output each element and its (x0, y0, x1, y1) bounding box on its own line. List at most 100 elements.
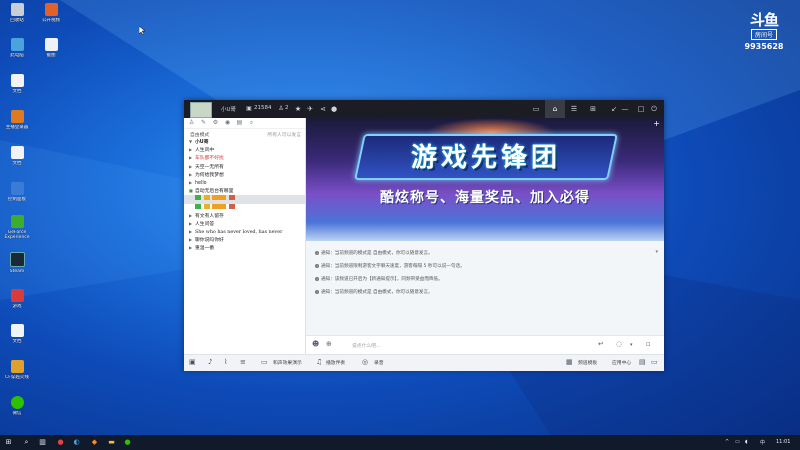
expand-icon[interactable]: ▫ (646, 340, 651, 348)
banner-title: 游戏先锋团 (410, 143, 561, 173)
steam-icon (9, 252, 25, 267)
airplane-icon[interactable]: ✈ (305, 104, 315, 114)
music-note-icon[interactable]: ♫ (316, 358, 322, 366)
document-icon (10, 74, 24, 87)
grid-icon[interactable]: ▤ (639, 358, 646, 366)
app-center-button[interactable]: 应用中心 (612, 359, 631, 366)
chat-bubble-icon[interactable]: ◌ (616, 340, 622, 348)
mode-select[interactable]: 自由模式 (190, 131, 209, 138)
message-input-bar: ☻ ⊕ 说点什么吧... ↵ ◌ ▾ ▫ (306, 335, 664, 354)
channel-item[interactable]: ▶ 人生问答 (184, 220, 305, 228)
voice-app-taskbar-icon[interactable]: ◆ (90, 438, 99, 447)
game-icon (10, 289, 24, 302)
app-logo-icon[interactable]: ▣ (189, 358, 196, 366)
channel-item[interactable]: ▶ hello (184, 179, 305, 187)
channel-item[interactable]: ▼ 小U哥 (184, 138, 305, 146)
record-icon[interactable]: ◎ (362, 358, 368, 366)
settings-icon[interactable]: ▭ (651, 358, 658, 366)
clock[interactable]: 11:01 (776, 439, 790, 445)
info-icon: i (315, 264, 319, 268)
chevron-down-icon[interactable]: ▾ (630, 342, 633, 348)
maximize-icon[interactable]: □ (636, 104, 646, 114)
microphone-icon[interactable]: ⌇ (224, 358, 227, 366)
accompaniment-button[interactable]: 播放伴奏 (326, 359, 345, 366)
control-panel-icon (10, 182, 24, 195)
desktop-icon-document[interactable]: 文档 (2, 74, 32, 94)
video-call-icon[interactable]: ▭ (531, 104, 541, 114)
message-input[interactable]: 说点什么吧... (352, 342, 381, 349)
desktop-icon-screenshot[interactable]: 截图 (36, 38, 66, 58)
mic-icon (195, 203, 201, 209)
folder-icon[interactable]: ▬ (107, 438, 116, 447)
info-icon: i (315, 290, 319, 294)
tray-chevron-icon[interactable]: ^ (725, 439, 729, 445)
recycle-bin-icon (10, 3, 24, 16)
channel-item[interactable]: ▶ 人生风中 (184, 146, 305, 154)
desktop-icon-control-panel[interactable]: 控制面板 (2, 182, 32, 202)
power-icon[interactable]: ⏻ (649, 104, 659, 114)
desktop-icon-game[interactable]: 游戏 (2, 289, 32, 309)
desktop-icon-wechat[interactable]: 微信 (2, 396, 32, 416)
volume-icon[interactable]: ◖ (745, 439, 748, 445)
network-icon[interactable]: ▭ (735, 439, 740, 445)
desktop-icon-recycle-bin[interactable]: 回收站 (2, 3, 32, 23)
list-icon[interactable]: ☰ (569, 104, 579, 114)
desktop-icon-this-pc[interactable]: 此电脑 (2, 38, 32, 58)
emoji-icon[interactable]: ☻ (312, 340, 319, 348)
desktop-icon-steam[interactable]: Steam (2, 252, 32, 274)
speaker-icon[interactable]: ♪ (208, 358, 212, 366)
id-card-icon: ▣ (246, 105, 252, 112)
at-mention-icon[interactable]: ⊕ (326, 340, 332, 348)
desktop-icon-streamer-tool[interactable]: 主播登录器 (2, 110, 32, 130)
add-icon[interactable]: + (653, 119, 660, 128)
search-icon[interactable]: ⌕ (22, 438, 31, 447)
info-icon[interactable]: ● (329, 104, 339, 114)
channel-item-active[interactable]: ■ 自动无后台有哪里 (184, 187, 305, 195)
chat-dropdown-icon[interactable]: ▾ (655, 249, 658, 255)
channel-item[interactable]: ▶ 聊你说吗你好 (184, 236, 305, 244)
channel-item[interactable]: ▶ 天空一无所有 (184, 163, 305, 171)
channel-owner-name[interactable]: 小U哥 (221, 105, 236, 113)
sound-effect-button[interactable]: 和声效果演示 (273, 359, 302, 366)
record-icon[interactable]: ◉ (224, 119, 231, 126)
record-button[interactable]: 录音 (374, 359, 384, 366)
input-language[interactable]: 中 (760, 439, 765, 446)
equalizer-icon[interactable]: ≡ (240, 358, 246, 366)
desktop-icon-document-2[interactable]: 文档 (2, 146, 32, 166)
channel-item[interactable]: ▶ 重温一番 (184, 244, 305, 252)
bottom-toolbar: ▣ ♪ ⌇ ≡ ▭ 和声效果演示 ♫ 播放伴奏 ◎ 录音 ▦ 频道模板 应用中心… (184, 354, 664, 371)
windows-start-icon[interactable]: ⊞ (4, 438, 13, 447)
edge-browser-icon[interactable]: ◐ (72, 438, 81, 447)
home-icon: ⌂ (552, 105, 558, 113)
share-icon[interactable]: ⋖ (318, 104, 328, 114)
minimize-icon[interactable]: — (620, 104, 630, 114)
monitor-icon[interactable]: ▭ (261, 358, 268, 366)
settings-icon[interactable]: ⚙ (212, 119, 219, 126)
channel-avatar[interactable] (190, 102, 212, 118)
channel-member-row[interactable] (184, 203, 305, 212)
level-badge-icon (212, 195, 227, 201)
desktop-icon-geforce[interactable]: GeForce Experience (2, 215, 32, 240)
channel-item[interactable]: ▶ 有文有人留存 (184, 212, 305, 220)
task-view-icon[interactable]: ▥ (38, 438, 47, 447)
app-taskbar-icon[interactable]: ● (56, 438, 65, 447)
edit-icon[interactable]: ✎ (200, 119, 207, 126)
gamepad-icon[interactable]: ⊞ (588, 104, 598, 114)
channel-member-row[interactable] (184, 195, 305, 204)
desktop-icon-public-video[interactable]: 公开视频 (36, 3, 66, 23)
event-banner[interactable]: 游戏先锋团 酷炫称号、海量奖品、加入必得 + (306, 118, 664, 241)
channel-item[interactable]: ▶ She who has never loved, has never (184, 228, 305, 236)
channel-item[interactable]: ▶ 为何给我梦想 (184, 171, 305, 179)
channel-item[interactable]: ▶ 车队都不好扰 (184, 154, 305, 162)
desktop-icon-crossfire[interactable]: CF穿越火线 (2, 360, 32, 380)
star-icon[interactable]: ★ (293, 104, 303, 114)
channel-template-button[interactable]: 频道模板 (578, 359, 597, 366)
pin-icon[interactable]: ↙ (609, 104, 619, 114)
search-icon[interactable]: ⌕ (248, 119, 255, 126)
send-icon[interactable]: ↵ (598, 340, 604, 348)
profile-icon[interactable]: ♙ (188, 119, 195, 126)
desktop-icon-document-3[interactable]: 文档 (2, 324, 32, 344)
bookmark-icon[interactable]: ▤ (236, 119, 243, 126)
wechat-taskbar-icon[interactable]: ● (123, 438, 132, 447)
template-icon[interactable]: ▦ (566, 358, 573, 366)
